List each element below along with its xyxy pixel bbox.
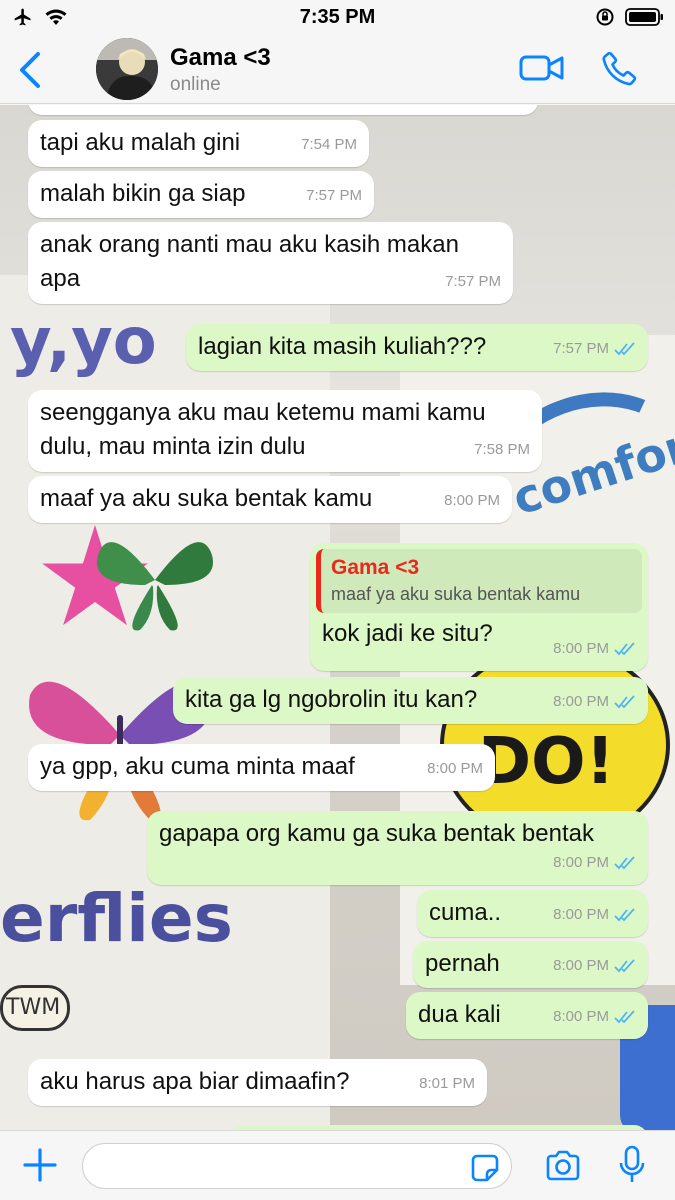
message-meta: 8:00 PM <box>553 685 636 719</box>
status-time: 7:35 PM <box>299 6 376 28</box>
contact-avatar[interactable] <box>96 38 158 100</box>
message-outgoing[interactable]: pernah 8:00 PM <box>413 941 648 988</box>
message-incoming[interactable]: ya gpp, aku cuma minta maaf 8:00 PM <box>28 744 495 791</box>
message-input-bar <box>0 1130 675 1200</box>
read-ticks-icon <box>614 908 635 922</box>
message-incoming[interactable]: maaf ya aku suka bentak kamu 8:00 PM <box>28 476 512 523</box>
status-right-icons <box>595 7 665 32</box>
read-ticks-icon <box>614 856 635 870</box>
message-outgoing[interactable]: dua kali 8:00 PM <box>406 992 648 1039</box>
message-text: maaf ya aku suka bentak kamu <box>40 485 373 512</box>
reply-author: Gama <3 <box>331 556 420 579</box>
message-time: 8:00 PM <box>444 492 500 509</box>
phone-call-icon[interactable] <box>600 48 640 88</box>
wallpaper-text-5: DO! <box>478 725 615 799</box>
message-meta: 8:00 PM <box>553 1000 636 1034</box>
message-time: 7:58 PM <box>474 441 530 458</box>
message-incoming[interactable]: tapi aku malah gini 7:54 PM <box>28 120 369 167</box>
video-call-icon[interactable] <box>518 50 566 86</box>
message-time: 8:00 PM <box>553 1008 609 1025</box>
camera-icon[interactable] <box>544 1149 582 1183</box>
contact-name[interactable]: Gama <3 <box>170 44 271 72</box>
message-text: seengganya aku mau ketemu mami kamu dulu… <box>40 399 486 460</box>
message-incoming[interactable]: malah bikin ga siap 7:57 PM <box>28 171 374 218</box>
message-meta: 8:00 PM <box>444 484 500 518</box>
message-outgoing[interactable]: gapapa org kamu ga suka bentak bentak 8:… <box>147 811 648 885</box>
message-incoming[interactable]: seengganya aku mau ketemu mami kamu dulu… <box>28 390 542 472</box>
read-ticks-icon <box>614 959 635 973</box>
message-meta: 7:58 PM <box>474 433 530 467</box>
message-time: 7:57 PM <box>445 273 501 290</box>
message-time: 7:57 PM <box>553 340 609 357</box>
read-ticks-icon <box>614 642 635 656</box>
message-incoming[interactable]: aku harus apa biar dimaafin? 8:01 PM <box>28 1059 487 1106</box>
message-text: anak orang nanti mau aku kasih makan apa <box>40 231 459 292</box>
contact-status: online <box>170 74 221 95</box>
message-meta: 8:00 PM <box>553 846 636 880</box>
message-time: 8:00 PM <box>553 640 609 657</box>
read-ticks-icon <box>614 695 635 709</box>
message-time: 8:00 PM <box>553 906 609 923</box>
message-meta: 8:00 PM <box>553 949 636 983</box>
message-input[interactable] <box>82 1143 512 1189</box>
reply-quoted-text: maaf ya aku suka bentak kamu <box>331 584 581 604</box>
message-time: 7:57 PM <box>306 187 362 204</box>
message-meta: 7:57 PM <box>306 179 362 213</box>
message-meta: 8:01 PM <box>419 1067 475 1101</box>
reply-preview[interactable]: Gama <3 maaf ya aku suka bentak kamu <box>316 549 642 613</box>
wallpaper-text-4: TWM <box>6 995 61 1020</box>
orientation-lock-icon <box>595 7 615 32</box>
wallpaper-text-1: y,yo <box>10 305 157 379</box>
message-outgoing[interactable]: kita ga lg ngobrolin itu kan? 8:00 PM <box>173 677 648 724</box>
microphone-icon[interactable] <box>618 1145 646 1185</box>
wallpaper-text-3: erflies <box>0 880 233 957</box>
message-meta: 8:00 PM <box>553 632 636 666</box>
plus-icon[interactable] <box>22 1147 58 1183</box>
message-time: 8:00 PM <box>427 760 483 777</box>
message-time: 8:00 PM <box>553 957 609 974</box>
message-text: aku harus apa biar dimaafin? <box>40 1068 350 1095</box>
message-incoming[interactable]: anak orang nanti mau aku kasih makan apa… <box>28 222 513 304</box>
chat-header: Gama <3 online <box>0 34 675 104</box>
battery-icon <box>625 7 665 32</box>
wallpaper-butterfly-green <box>90 525 220 635</box>
message-outgoing[interactable]: lagian kita masih kuliah??? 7:57 PM <box>186 324 648 371</box>
sticker-icon[interactable] <box>470 1153 500 1183</box>
message-time: 8:00 PM <box>553 854 609 871</box>
read-ticks-icon <box>614 342 635 356</box>
message-time: 8:01 PM <box>419 1075 475 1092</box>
message-time: 7:54 PM <box>301 136 357 153</box>
message-meta: 8:00 PM <box>553 898 636 932</box>
message-bubble-partial <box>28 105 538 115</box>
message-meta: 8:00 PM <box>427 752 483 786</box>
status-bar: 7:35 PM <box>0 0 675 34</box>
message-time: 8:00 PM <box>553 693 609 710</box>
message-meta: 7:57 PM <box>553 332 636 366</box>
chat-area[interactable]: y,yo comfor erflies TWM DO! tapi aku mal… <box>0 105 675 1130</box>
message-meta: 7:54 PM <box>301 128 357 162</box>
read-ticks-icon <box>614 1010 635 1024</box>
message-outgoing-reply[interactable]: Gama <3 maaf ya aku suka bentak kamu kok… <box>310 543 648 671</box>
back-chevron-icon[interactable] <box>16 50 46 90</box>
message-text: ya gpp, aku cuma minta maaf <box>40 753 355 780</box>
message-meta: 7:57 PM <box>445 265 501 299</box>
message-outgoing[interactable]: cuma.. 8:00 PM <box>417 890 648 937</box>
